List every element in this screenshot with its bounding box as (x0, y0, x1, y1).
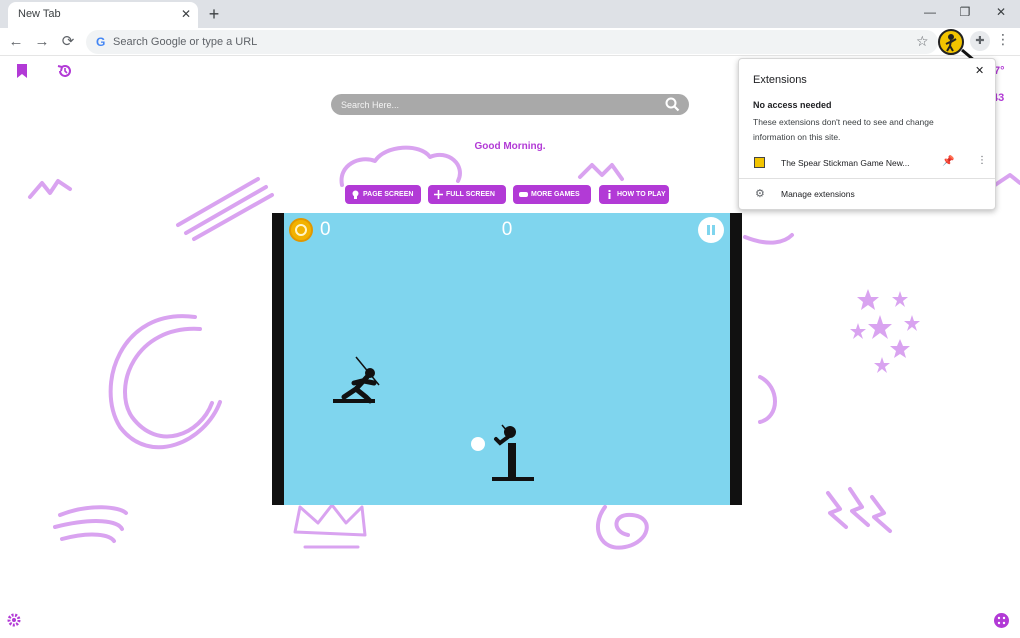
browser-menu-icon[interactable]: ⋮ (996, 31, 1010, 48)
history-icon[interactable] (57, 63, 73, 79)
gamepad-icon (519, 192, 528, 197)
gear-icon: ⚙ (755, 188, 765, 200)
manage-extensions-link[interactable]: Manage extensions (781, 189, 855, 199)
pin-icon[interactable]: 📌 (942, 156, 954, 167)
search-bar (331, 94, 689, 115)
more-games-button[interactable]: MORE GAMES (513, 185, 591, 204)
page-screen-label: PAGE SCREEN (363, 191, 414, 198)
how-to-play-label: HOW TO PLAY (617, 191, 666, 198)
no-access-description: These extensions don't need to see and c… (753, 117, 934, 142)
settings-gear-icon[interactable] (7, 613, 21, 627)
more-games-label: MORE GAMES (531, 191, 580, 198)
back-icon[interactable]: ← (5, 31, 27, 53)
apps-grid-icon[interactable] (994, 613, 1009, 628)
no-access-heading: No access needed (753, 100, 832, 110)
bookmark-icon[interactable] (15, 63, 29, 79)
game-canvas[interactable]: 0 0 (272, 213, 742, 505)
game-right-border (730, 213, 742, 505)
new-tab-button[interactable]: + (204, 4, 224, 24)
tab-close-icon[interactable]: ✕ (179, 7, 193, 21)
stickman-extension-small-icon (754, 157, 765, 168)
game-left-border (272, 213, 284, 505)
google-icon: G (96, 35, 106, 49)
page-screen-button[interactable]: PAGE SCREEN (345, 185, 421, 204)
reload-icon[interactable]: ⟳ (57, 31, 79, 53)
extensions-puzzle-icon[interactable]: ✚ (970, 31, 990, 51)
greeting-text: Good Morning. (474, 141, 546, 152)
move-arrows-icon (434, 190, 443, 199)
full-screen-label: FULL SCREEN (446, 191, 495, 198)
popup-divider (739, 178, 995, 179)
tab-title: New Tab (18, 8, 61, 20)
full-screen-button[interactable]: FULL SCREEN (428, 185, 506, 204)
extension-item-label[interactable]: The Spear Stickman Game New... (781, 158, 910, 168)
address-bar[interactable]: G Search Google or type a URL ☆ (86, 30, 938, 54)
restore-button[interactable]: ❐ (953, 2, 977, 22)
how-to-play-button[interactable]: HOW TO PLAY (599, 185, 669, 204)
game-scene (333, 356, 534, 481)
extensions-popup: Extensions ✕ No access needed These exte… (738, 58, 996, 210)
close-window-button[interactable]: ✕ (989, 2, 1013, 22)
lightbulb-icon (352, 190, 359, 199)
info-icon (608, 190, 611, 199)
address-bar-placeholder: Search Google or type a URL (113, 36, 258, 48)
enemy-stickman (333, 356, 380, 404)
extension-more-icon[interactable]: ⋮ (977, 155, 987, 166)
player-stickman (471, 424, 534, 481)
search-icon[interactable] (665, 97, 680, 112)
forward-icon[interactable]: → (31, 31, 53, 53)
tab-strip: New Tab ✕ + — ❐ ✕ (0, 0, 1020, 28)
minimize-button[interactable]: — (918, 2, 942, 22)
search-input[interactable] (341, 97, 661, 112)
browser-toolbar: ← → ⟳ G Search Google or type a URL ☆ ✚ … (0, 28, 1020, 63)
bookmark-star-icon[interactable]: ☆ (916, 33, 929, 50)
close-icon[interactable]: ✕ (975, 64, 984, 77)
extensions-popup-title: Extensions (753, 74, 807, 86)
tab-new-tab[interactable]: New Tab ✕ (8, 2, 198, 28)
